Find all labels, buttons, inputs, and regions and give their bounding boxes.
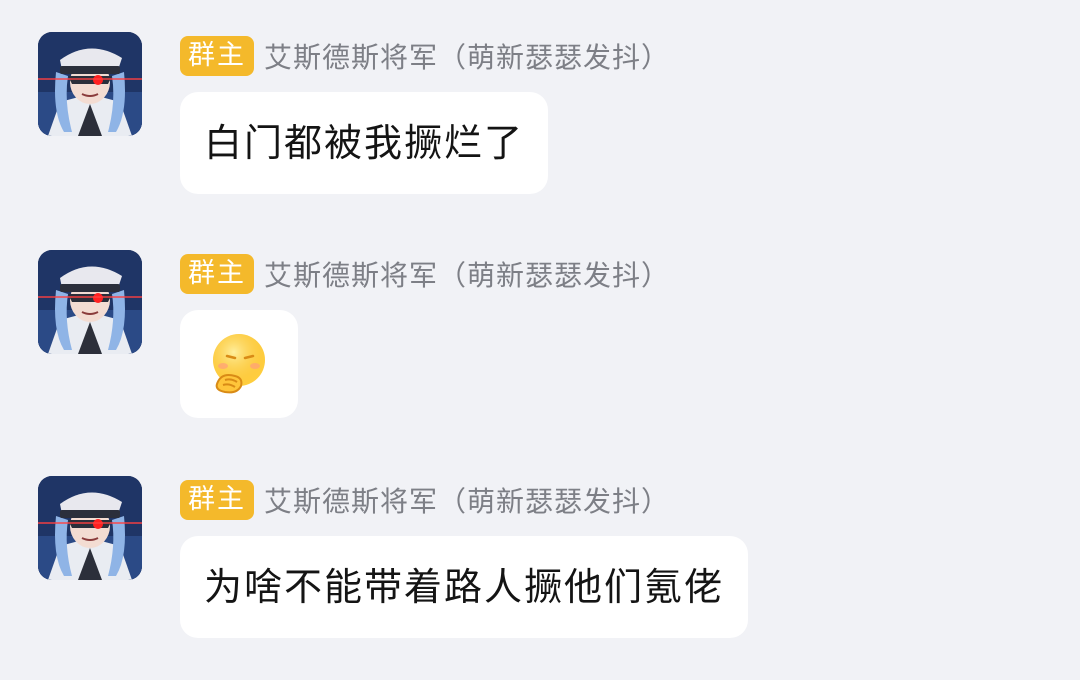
sender-name[interactable]: 艾斯德斯将军（萌新瑟瑟发抖） <box>264 254 670 294</box>
chat-window: 群主 艾斯德斯将军（萌新瑟瑟发抖） 白门都被我撅烂了 群主 艾斯德斯将军（萌新瑟… <box>0 0 1080 680</box>
sender-name[interactable]: 艾斯德斯将军（萌新瑟瑟发抖） <box>264 480 670 520</box>
anime-officer-avatar-icon[interactable] <box>38 476 142 580</box>
message-bubble[interactable]: 白门都被我撅烂了 <box>180 92 549 194</box>
group-owner-badge: 群主 <box>180 36 254 76</box>
message-header: 群主 艾斯德斯将军（萌新瑟瑟发抖） <box>180 480 670 520</box>
message-header: 群主 艾斯德斯将军（萌新瑟瑟发抖） <box>180 36 670 76</box>
sticker-bubble[interactable] <box>180 310 298 418</box>
sender-name[interactable]: 艾斯德斯将军（萌新瑟瑟发抖） <box>264 36 670 76</box>
message-header: 群主 艾斯德斯将军（萌新瑟瑟发抖） <box>180 254 670 294</box>
thinking-face-emoji-icon <box>213 334 265 394</box>
anime-officer-avatar-icon[interactable] <box>38 32 142 136</box>
anime-officer-avatar-icon[interactable] <box>38 250 142 354</box>
message-bubble[interactable]: 为啥不能带着路人撅他们氪佬 <box>180 536 749 638</box>
group-owner-badge: 群主 <box>180 480 254 520</box>
group-owner-badge: 群主 <box>180 254 254 294</box>
